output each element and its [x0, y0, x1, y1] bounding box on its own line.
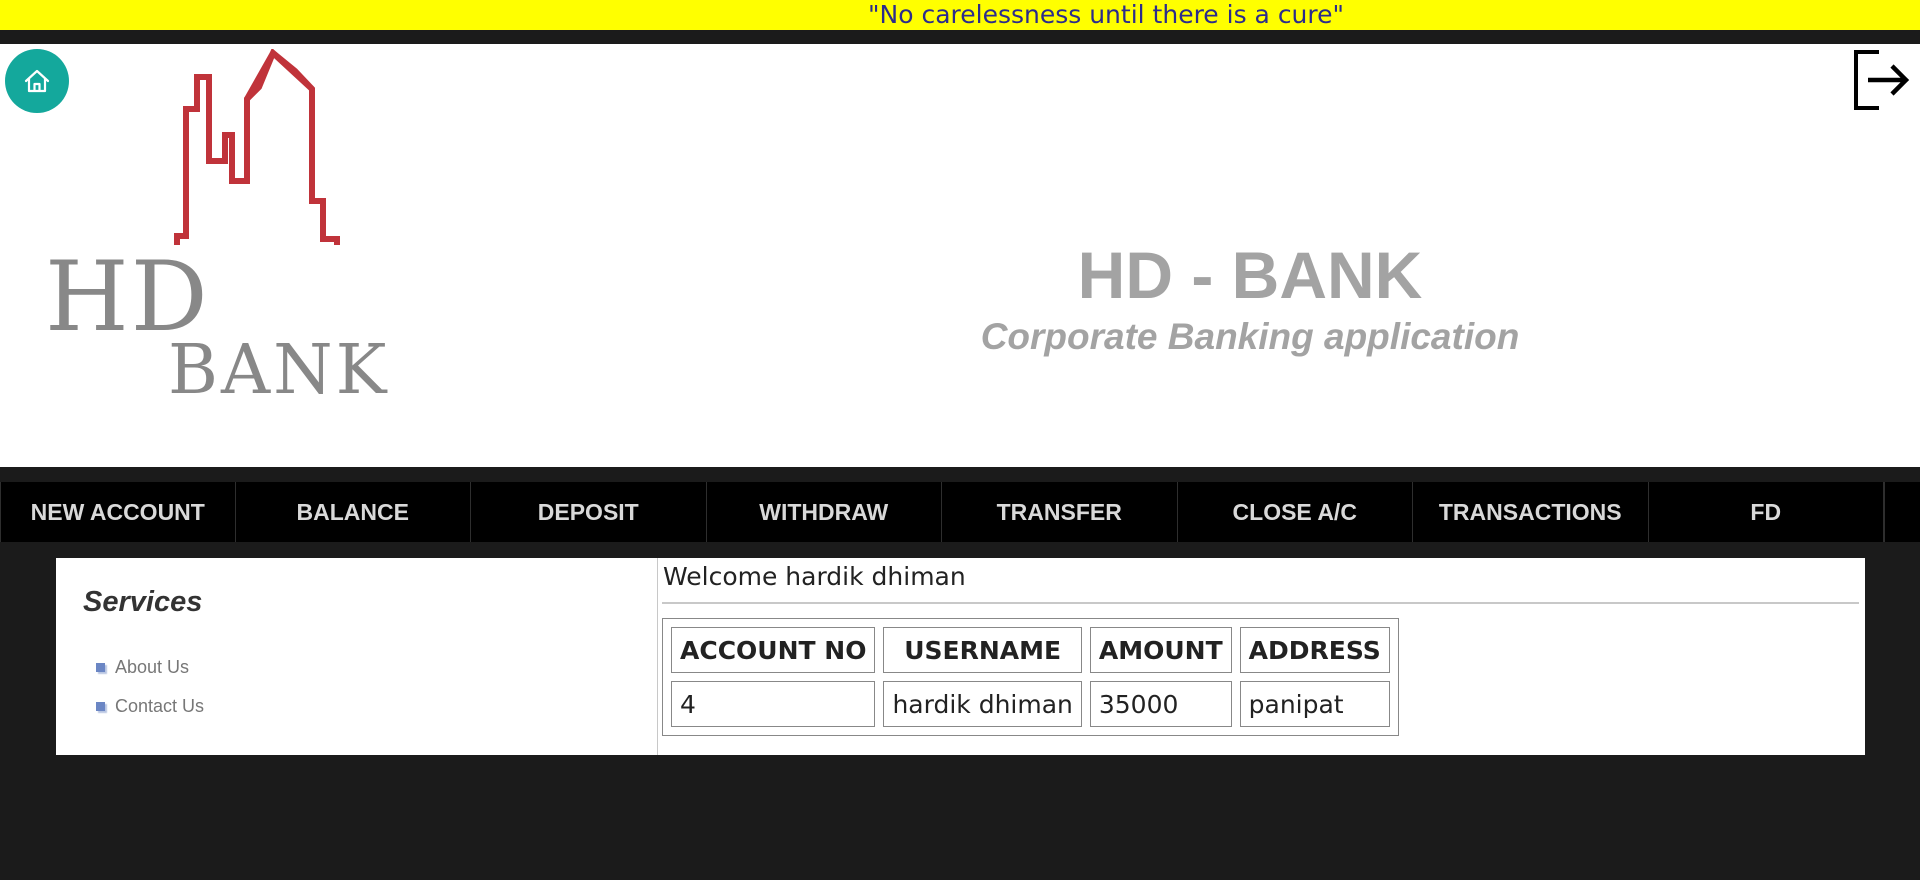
about-us-label: About Us: [115, 657, 190, 677]
cell-username: hardik dhiman: [883, 681, 1082, 727]
main-nav: NEW ACCOUNT BALANCE DEPOSIT WITHDRAW TRA…: [0, 482, 1920, 542]
services-sidebar: Services About Us Contact Us: [56, 558, 658, 755]
page-subtitle: Corporate Banking application: [980, 316, 1520, 357]
page-title: HD - BANK: [1077, 238, 1423, 312]
nav-close-account[interactable]: CLOSE A/C: [1178, 482, 1413, 542]
nav-transactions[interactable]: TRANSACTIONS: [1413, 482, 1649, 542]
header-account-no: ACCOUNT NO: [671, 627, 876, 673]
bank-logo: HD BANK: [40, 49, 420, 419]
bullet-icon: [96, 663, 105, 672]
header-address: ADDRESS: [1239, 627, 1390, 673]
nav-deposit[interactable]: DEPOSIT: [471, 482, 707, 542]
nav-fd[interactable]: FD: [1649, 482, 1884, 542]
cell-address: panipat: [1239, 681, 1390, 727]
table-row: 4 hardik dhiman 35000 panipat: [671, 681, 1390, 727]
quote-banner: "No carelessness until there is a cure": [0, 0, 1920, 30]
header-username: USERNAME: [883, 627, 1082, 673]
logout-button[interactable]: [1852, 48, 1912, 112]
nav-balance[interactable]: BALANCE: [236, 482, 471, 542]
about-us-link[interactable]: About Us: [96, 657, 189, 678]
welcome-message: Welcome hardik dhiman: [663, 562, 966, 591]
contact-us-link[interactable]: Contact Us: [96, 696, 204, 717]
quote-text: "No carelessness until there is a cure": [868, 0, 1345, 29]
account-main: Welcome hardik dhiman ACCOUNT NO USERNAM…: [659, 558, 1865, 755]
contact-us-label: Contact Us: [115, 696, 205, 716]
logout-icon: [1854, 50, 1910, 110]
header: HD BANK HD - BANK Corporate Banking appl…: [0, 44, 1920, 467]
divider: [662, 602, 1859, 604]
content-panel: Services About Us Contact Us Welcome har…: [56, 558, 1865, 755]
table-header-row: ACCOUNT NO USERNAME AMOUNT ADDRESS: [671, 627, 1390, 673]
nav-withdraw[interactable]: WITHDRAW: [707, 482, 942, 542]
nav-spacer: [1884, 482, 1920, 542]
nav-new-account[interactable]: NEW ACCOUNT: [0, 482, 236, 542]
bullet-icon: [96, 702, 105, 711]
logo-text-bank: BANK: [168, 331, 390, 410]
cell-account-no: 4: [671, 681, 876, 727]
header-amount: AMOUNT: [1089, 627, 1232, 673]
account-table: ACCOUNT NO USERNAME AMOUNT ADDRESS 4 har…: [662, 618, 1399, 736]
services-title: Services: [83, 586, 203, 618]
nav-transfer[interactable]: TRANSFER: [942, 482, 1178, 542]
cell-amount: 35000: [1089, 681, 1232, 727]
